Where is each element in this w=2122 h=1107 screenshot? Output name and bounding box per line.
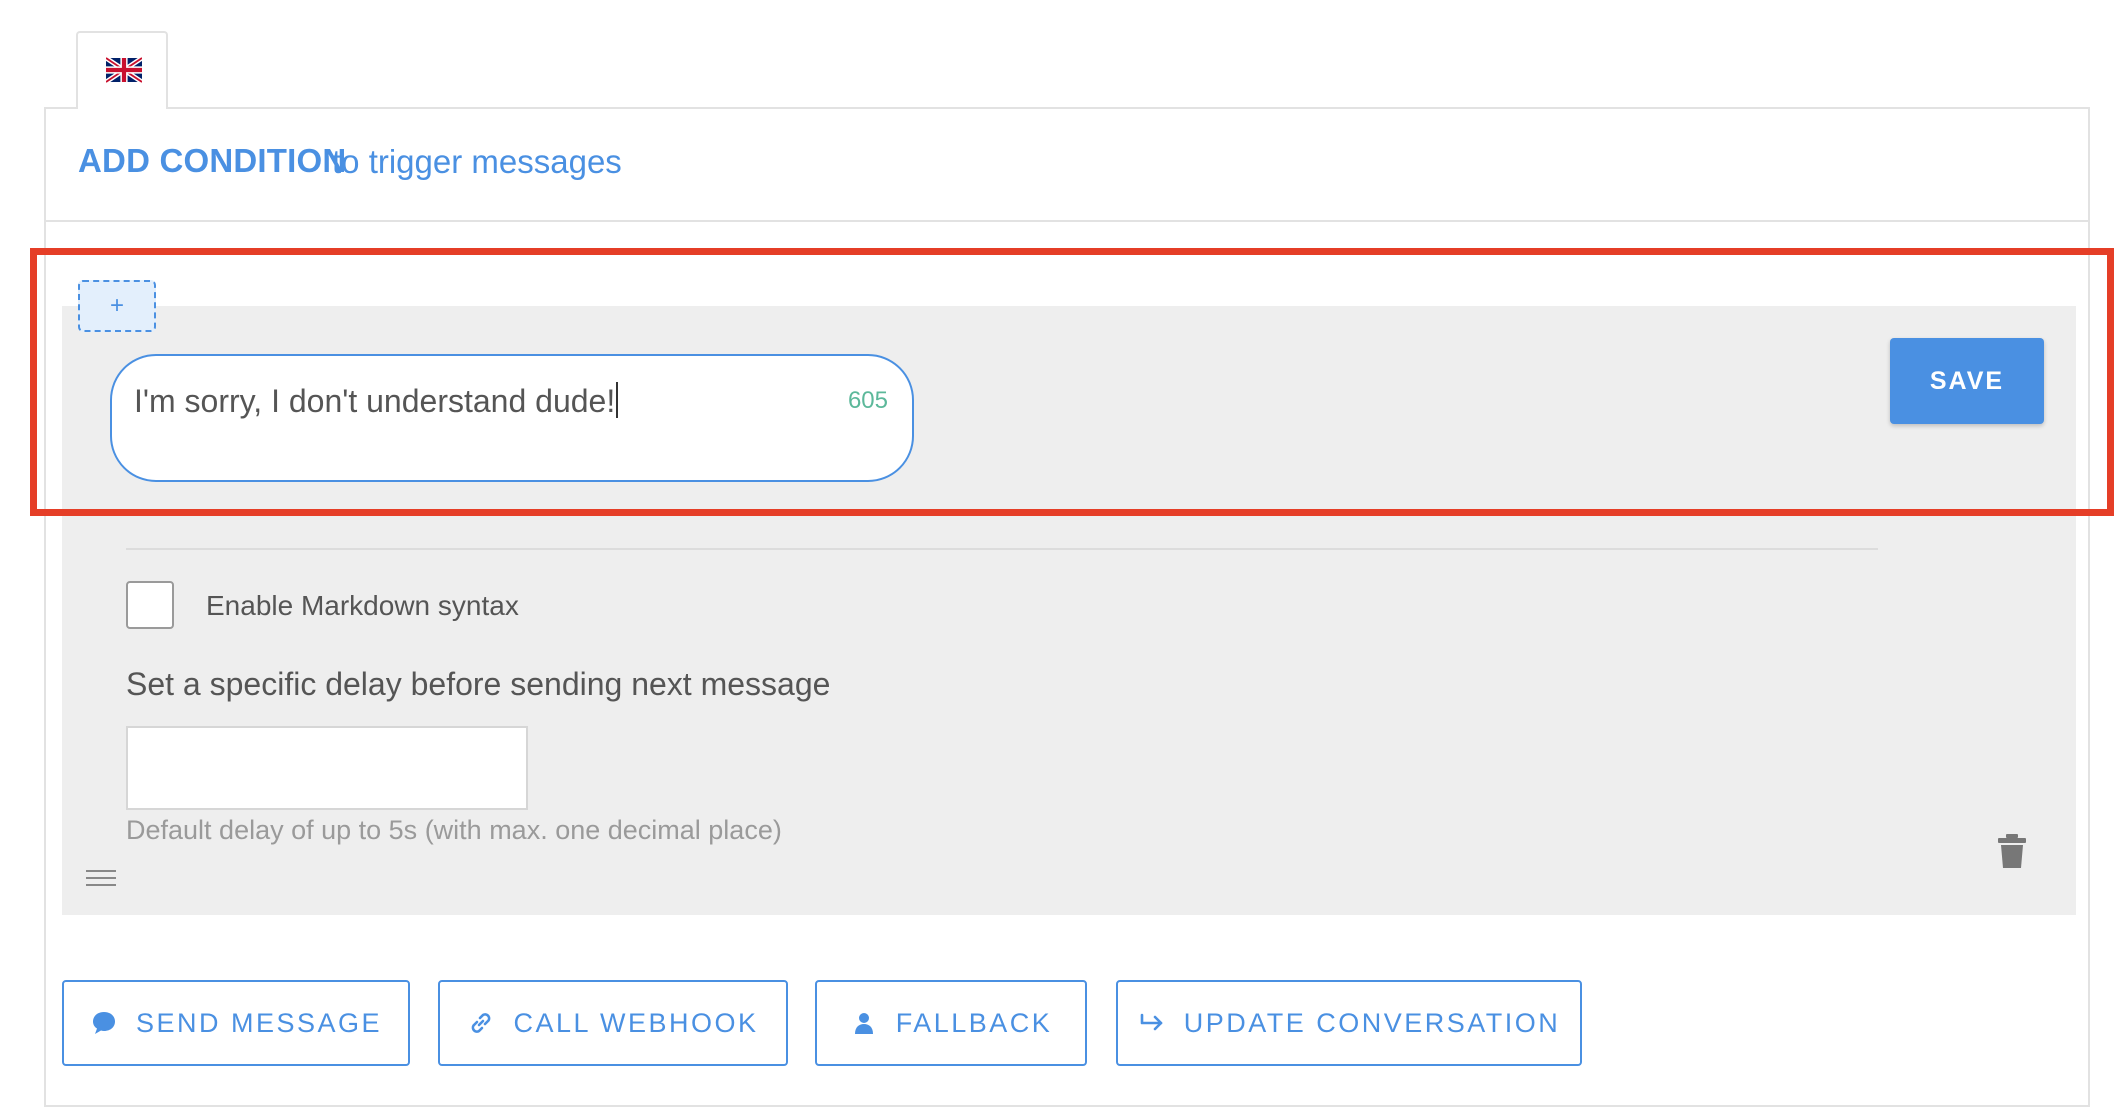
fallback-label: FALLBACK xyxy=(895,1007,1053,1038)
uk-flag-icon xyxy=(106,57,142,83)
fallback-button[interactable]: FALLBACK xyxy=(815,980,1087,1066)
call-webhook-label: CALL WEBHOOK xyxy=(513,1007,759,1038)
message-input-text: I'm sorry, I don't understand dude! xyxy=(134,382,619,420)
add-message-button[interactable]: + xyxy=(78,280,156,332)
save-button[interactable]: SAVE xyxy=(1890,338,2044,424)
delay-input[interactable] xyxy=(126,726,528,810)
text-cursor xyxy=(616,382,619,418)
add-condition-link[interactable]: ADD CONDITION xyxy=(78,142,346,180)
link-icon xyxy=(472,1013,491,1033)
arrow-right-icon xyxy=(1140,1013,1163,1031)
character-counter: 605 xyxy=(847,387,888,414)
options-divider xyxy=(126,548,1878,550)
message-input[interactable]: I'm sorry, I don't understand dude! 605 xyxy=(110,354,914,482)
update-conversation-button[interactable]: UPDATE CONVERSATION xyxy=(1116,980,1582,1066)
markdown-label: Enable Markdown syntax xyxy=(206,590,519,621)
language-tab-en[interactable] xyxy=(76,31,168,109)
header-divider xyxy=(46,220,2088,222)
trash-icon[interactable] xyxy=(1997,834,2027,868)
drag-handle-icon[interactable] xyxy=(86,868,116,888)
add-condition-subtitle: to trigger messages xyxy=(332,143,622,180)
send-message-button[interactable]: SEND MESSAGE xyxy=(62,980,410,1066)
send-message-label: SEND MESSAGE xyxy=(135,1007,383,1038)
person-icon xyxy=(854,1013,873,1034)
markdown-checkbox[interactable] xyxy=(126,581,174,629)
chat-bubble-icon xyxy=(92,1012,115,1034)
message-text: I'm sorry, I don't understand dude! xyxy=(134,383,616,419)
call-webhook-button[interactable]: CALL WEBHOOK xyxy=(438,980,788,1066)
delay-help-text: Default delay of up to 5s (with max. one… xyxy=(126,815,782,845)
update-conversation-label: UPDATE CONVERSATION xyxy=(1183,1007,1561,1038)
delay-label: Set a specific delay before sending next… xyxy=(126,666,831,702)
